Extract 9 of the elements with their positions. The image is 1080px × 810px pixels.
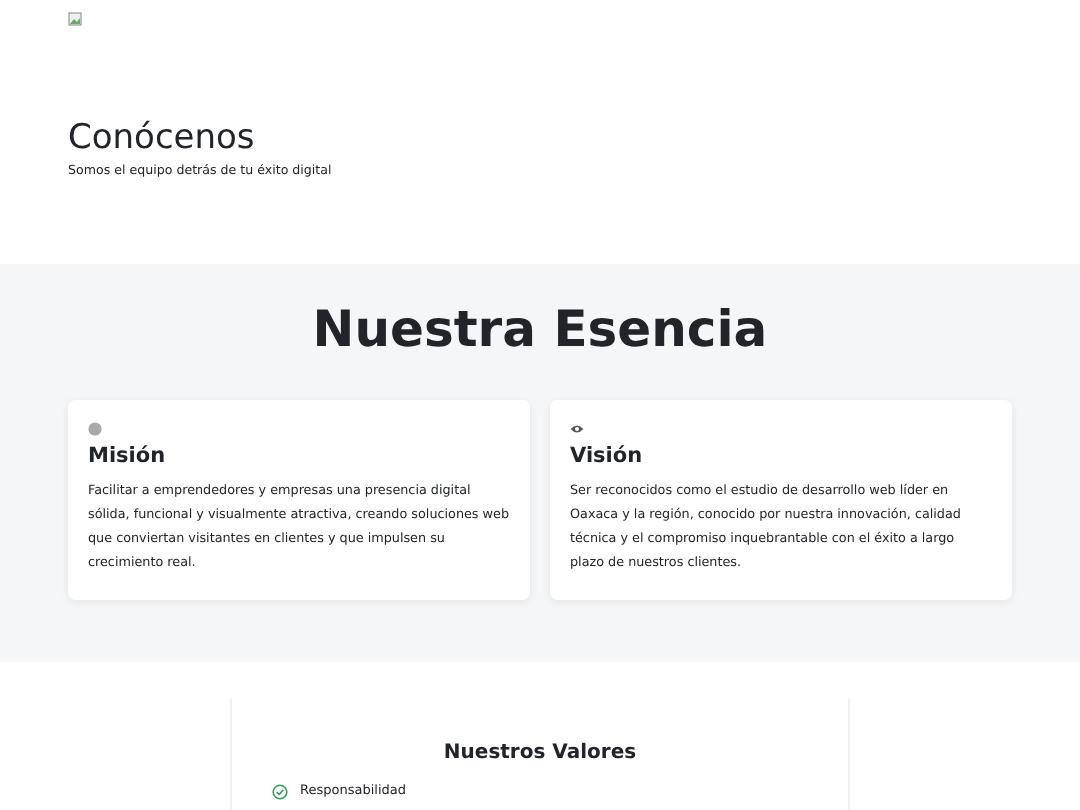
card-title: Visión bbox=[570, 444, 645, 470]
broken-image-icon bbox=[68, 12, 82, 26]
card-title: Misión bbox=[88, 444, 168, 470]
eye-icon bbox=[570, 423, 584, 433]
check-icon bbox=[272, 783, 288, 800]
page-title: Conócenos bbox=[68, 118, 257, 159]
section-heading: Nuestra Esencia bbox=[310, 300, 770, 360]
circle-icon bbox=[88, 421, 102, 435]
values-heading: Nuestros Valores bbox=[441, 742, 639, 766]
